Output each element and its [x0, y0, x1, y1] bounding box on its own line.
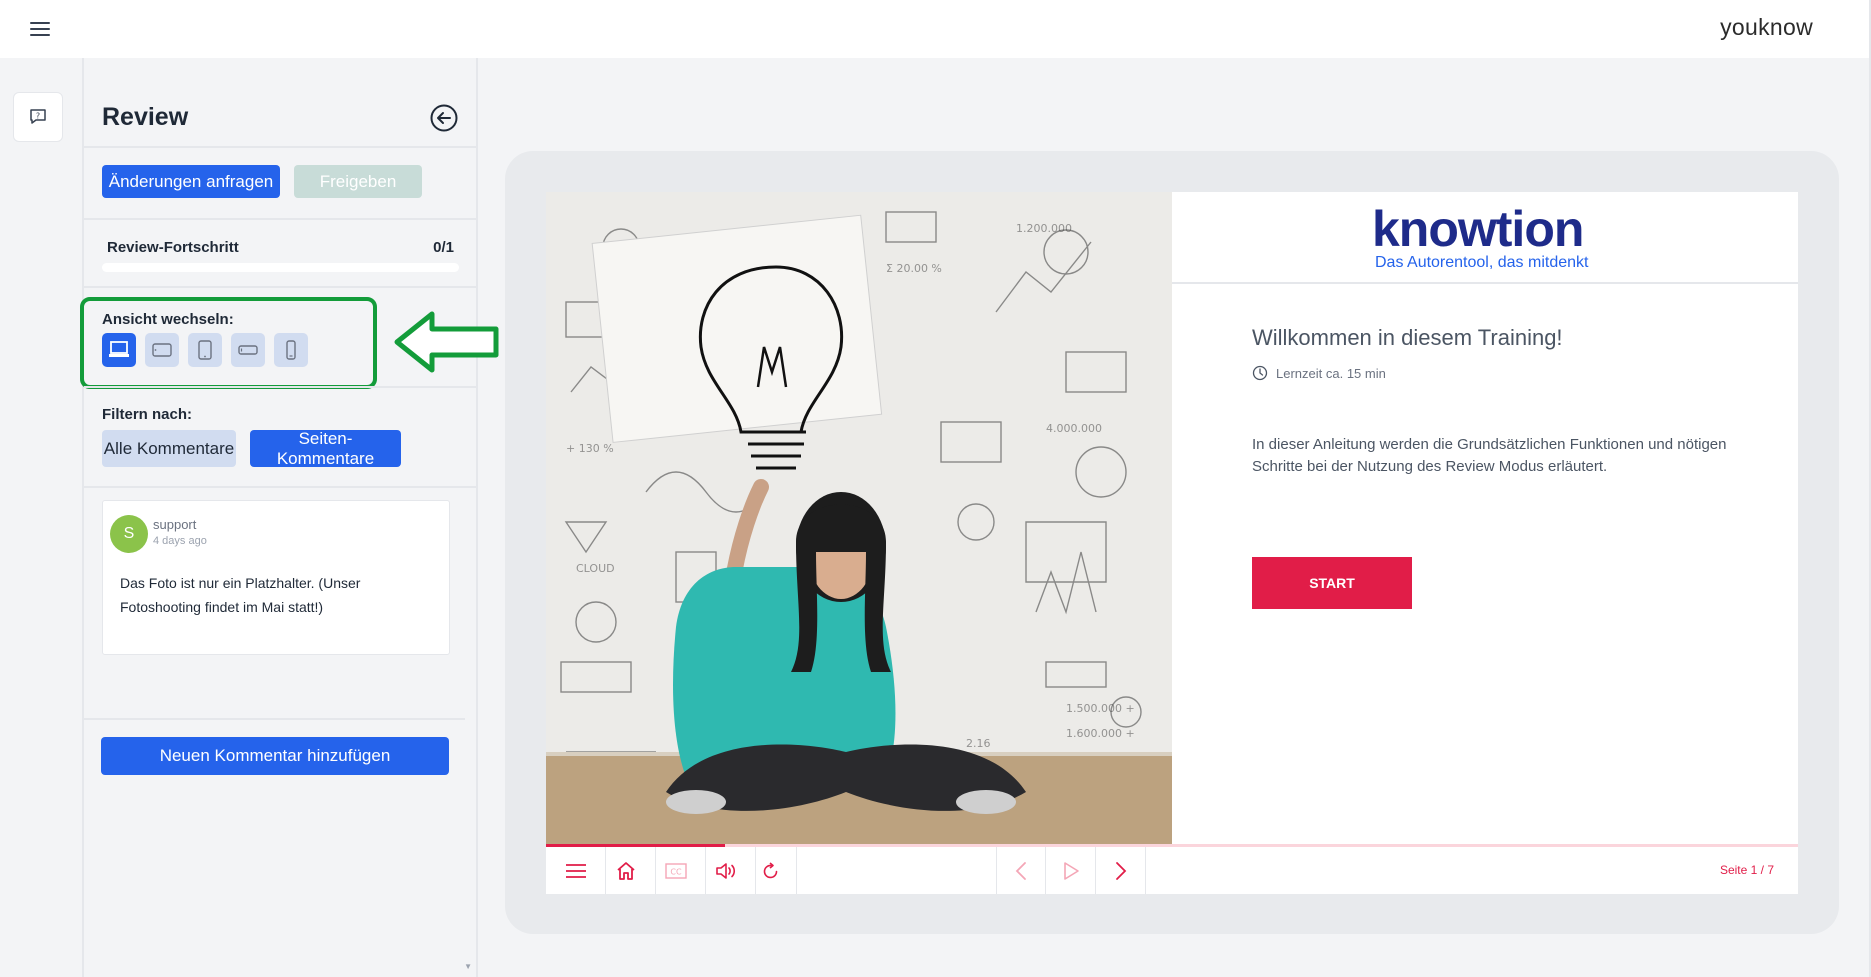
svg-text:+ 130 %: + 130 %: [566, 442, 614, 455]
replay-button[interactable]: [746, 847, 797, 894]
comment-author: support: [153, 517, 197, 532]
view-phone-landscape-button[interactable]: [231, 333, 265, 367]
comment-timestamp: 4 days ago: [153, 535, 207, 547]
page-indicator: Seite 1 / 7: [1719, 863, 1774, 877]
view-tablet-portrait-button[interactable]: [188, 333, 222, 367]
duration-text: Lernzeit ca. 15 min: [1276, 365, 1386, 381]
home-icon: [616, 861, 635, 880]
menu-icon[interactable]: [28, 18, 52, 40]
learning-duration: Lernzeit ca. 15 min: [1252, 365, 1386, 381]
view-switch-label: Ansicht wechseln:: [102, 311, 234, 328]
slide-content: knowtion Das Autorentool, das mitdenkt W…: [1172, 192, 1798, 844]
slide-description: In dieser Anleitung werden die Grundsätz…: [1252, 436, 1727, 475]
svg-text:1.500.000 +: 1.500.000 +: [1066, 702, 1135, 715]
divider: [84, 386, 476, 388]
tablet-landscape-icon: [152, 343, 172, 357]
brand-logo: youknow: [1720, 14, 1813, 40]
svg-text:?: ?: [36, 112, 40, 121]
player-controls: CC Seite 1 / 7: [546, 844, 1798, 894]
divider: [84, 286, 476, 288]
review-progress-label: Review-Fortschritt: [107, 239, 239, 256]
start-button[interactable]: START: [1252, 557, 1412, 609]
clock-icon: [1252, 365, 1268, 381]
panel-title: Review: [102, 103, 189, 131]
view-tablet-landscape-button[interactable]: [145, 333, 179, 367]
review-panel: Review Änderungen anfragen Freigeben Rev…: [80, 58, 478, 977]
svg-text:4.000.000: 4.000.000: [1046, 422, 1102, 435]
divider: [84, 718, 465, 720]
review-progress-bar: [102, 263, 459, 272]
play-button[interactable]: [1046, 847, 1096, 894]
course-stage: Σ 20.00 % 1.200.000 4.000.000 + 130 % CLOUD…: [505, 151, 1839, 934]
next-page-button[interactable]: [1096, 847, 1146, 894]
add-comment-button[interactable]: Neuen Kommentar hinzufügen: [101, 737, 449, 775]
closed-captions-icon: CC: [664, 862, 687, 879]
woman-lightbulb-image: Σ 20.00 % 1.200.000 4.000.000 + 130 % CLOUD…: [546, 192, 1172, 844]
speaker-icon: [715, 862, 735, 879]
knowtion-tagline: Das Autorentool, das mitdenkt: [1375, 254, 1589, 271]
view-desktop-button[interactable]: [102, 333, 136, 367]
chevron-right-icon: [1115, 861, 1126, 880]
svg-text:Σ 20.00 %: Σ 20.00 %: [886, 262, 942, 275]
filter-all-comments-button[interactable]: Alle Kommentare: [102, 430, 236, 467]
scroll-down-icon[interactable]: ▼: [464, 962, 472, 971]
top-bar: youknow: [0, 0, 1871, 58]
view-phone-portrait-button[interactable]: [274, 333, 308, 367]
comment-text: Das Foto ist nur ein Platzhalter. (Unser…: [120, 575, 361, 615]
divider: [1172, 282, 1798, 284]
svg-text:1.600.000 +: 1.600.000 +: [1066, 727, 1135, 740]
replay-icon: [763, 861, 778, 878]
svg-text:CC: CC: [670, 867, 682, 876]
comment-card[interactable]: S support 4 days ago Das Foto ist nur ei…: [102, 500, 450, 655]
approve-button[interactable]: Freigeben: [294, 165, 422, 198]
phone-portrait-icon: [286, 340, 296, 360]
callout-arrow-icon: [394, 311, 499, 373]
play-icon: [1063, 861, 1079, 880]
divider: [84, 486, 476, 488]
filter-label: Filtern nach:: [102, 406, 193, 423]
arrow-left-circle-icon: [430, 104, 458, 132]
close-panel-button[interactable]: [429, 103, 459, 133]
avatar: S: [110, 515, 148, 553]
menu-icon: [565, 863, 586, 878]
review-comments-toggle[interactable]: ?: [13, 92, 63, 142]
knowtion-logo: knowtion: [1372, 201, 1584, 257]
request-changes-button[interactable]: Änderungen anfragen: [102, 165, 280, 198]
review-progress-count: 0/1: [433, 239, 454, 256]
chevron-left-icon: [1015, 861, 1026, 880]
comment-question-icon: ?: [30, 109, 46, 124]
phone-landscape-icon: [238, 345, 258, 355]
desktop-icon: [109, 341, 129, 357]
svg-text:2.16: 2.16: [966, 737, 991, 750]
svg-text:CLOUD: CLOUD: [576, 562, 615, 575]
divider: [84, 218, 476, 220]
icon-sidebar: ?: [0, 58, 84, 977]
divider: [84, 146, 476, 148]
previous-page-button[interactable]: [996, 847, 1046, 894]
slide-photo: Σ 20.00 % 1.200.000 4.000.000 + 130 % CLOUD…: [546, 192, 1172, 844]
filter-page-comments-button[interactable]: Seiten-Kommentare: [250, 429, 401, 468]
svg-text:1.200.000: 1.200.000: [1016, 222, 1072, 235]
tablet-portrait-icon: [198, 340, 212, 360]
welcome-heading: Willkommen in diesem Training!: [1252, 325, 1563, 350]
